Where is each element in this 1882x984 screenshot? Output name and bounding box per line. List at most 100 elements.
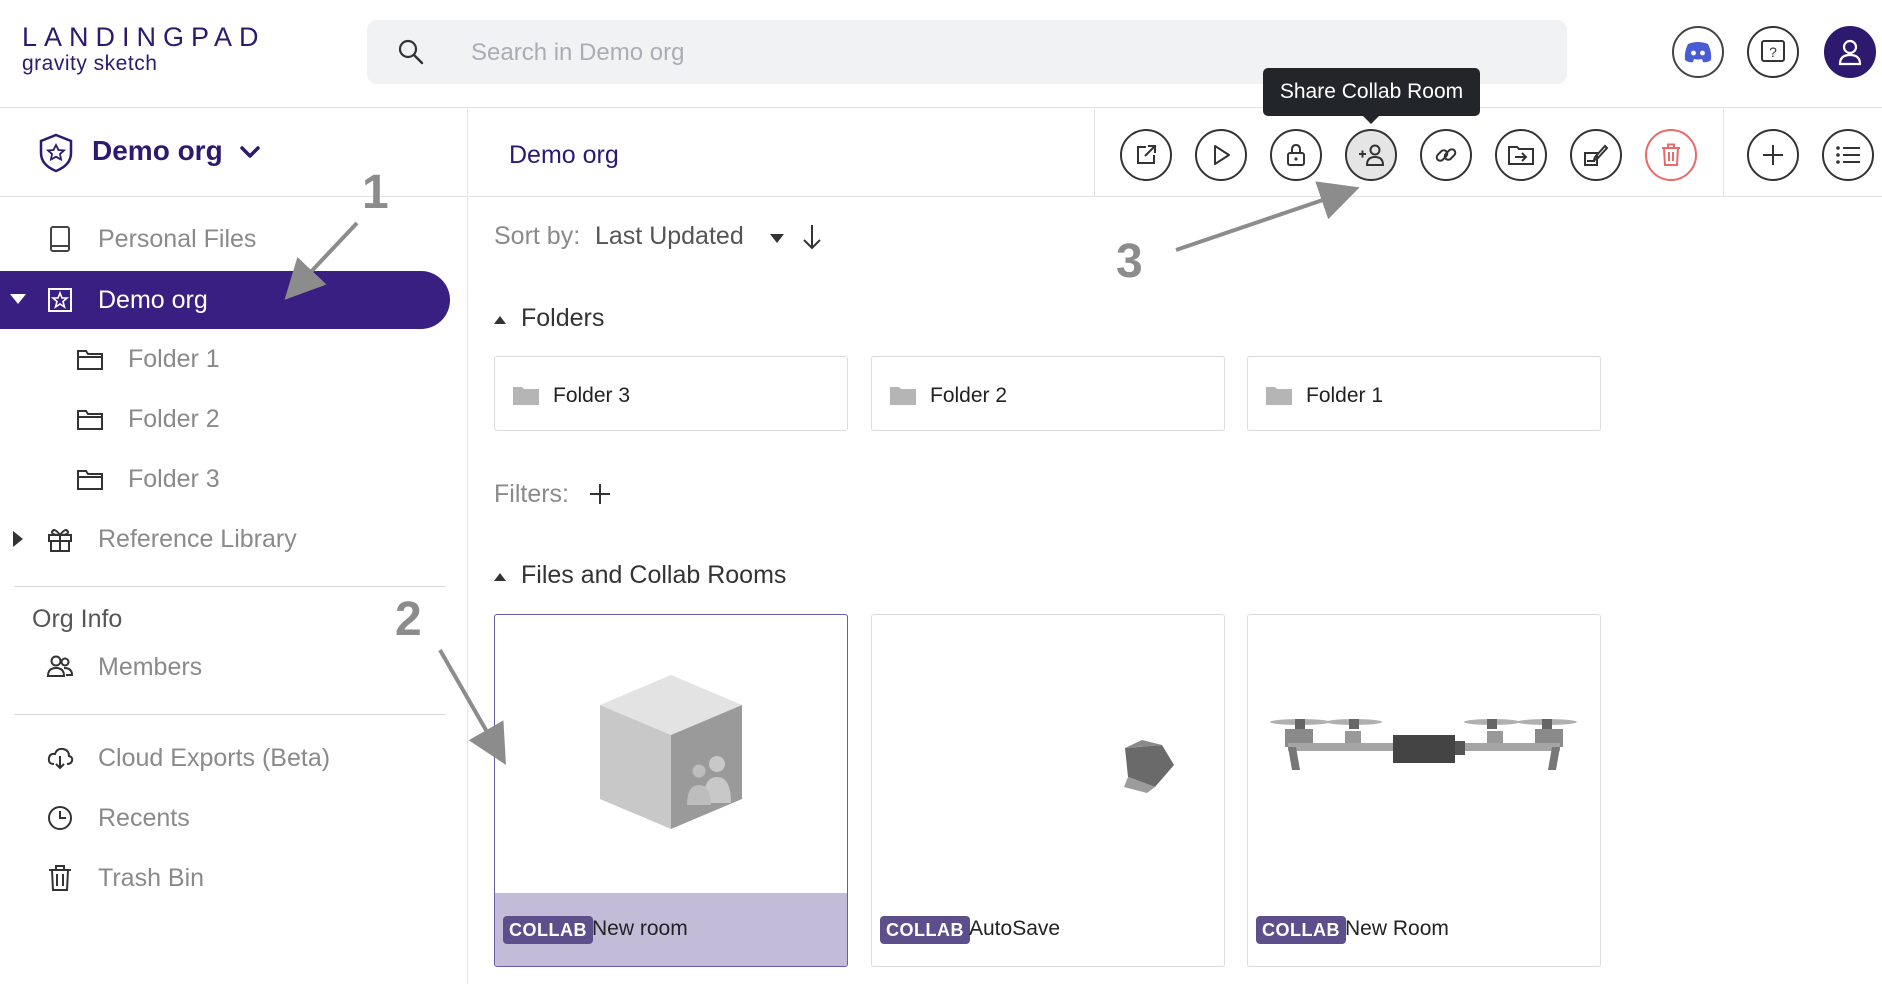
annotation-arrow	[1175, 181, 1360, 252]
sidebar-item-label: Folder 1	[128, 345, 220, 373]
share-collab-room-button[interactable]	[1345, 129, 1397, 181]
collab-badge: COLLAB	[1256, 916, 1346, 944]
trash-icon	[1662, 143, 1680, 166]
file-card-footer: COLLAB AutoSave	[872, 893, 1224, 966]
move-to-folder-button[interactable]	[1495, 129, 1547, 181]
folder-name: Folder 3	[553, 384, 631, 407]
folder-icon	[513, 387, 539, 405]
chevron-down-icon[interactable]	[240, 145, 260, 159]
file-name: New Room	[1345, 917, 1449, 940]
tooltip: Share Collab Room	[1263, 68, 1480, 124]
clock-icon	[48, 806, 72, 830]
sidebar-divider	[14, 586, 446, 587]
search-input[interactable]: Search in Demo org	[471, 39, 684, 67]
gift-icon	[48, 529, 72, 552]
open-external-button[interactable]	[1120, 129, 1172, 181]
user-icon	[1838, 39, 1862, 66]
folder-card[interactable]: Folder 1	[1247, 356, 1601, 431]
folder-icon	[77, 410, 103, 430]
filters-label: Filters:	[494, 480, 569, 508]
open-external-icon	[1137, 145, 1156, 164]
sidebar-item-folder-1[interactable]: Folder 1	[0, 330, 450, 388]
folders-title: Folders	[521, 304, 605, 332]
org-switcher[interactable]: Demo org	[0, 109, 468, 197]
cloud-download-icon	[47, 747, 74, 770]
main-toolbar: Demo org	[469, 109, 1882, 197]
annotation-number: 2	[395, 593, 422, 646]
collapse-icon[interactable]	[494, 316, 506, 324]
user-avatar-button[interactable]	[1824, 26, 1876, 78]
collab-badge: COLLAB	[503, 916, 593, 944]
collab-room-thumbnail	[600, 675, 742, 829]
edit-icon	[1584, 144, 1609, 166]
help-button[interactable]: ?	[1747, 26, 1799, 78]
add-person-icon	[1359, 144, 1385, 166]
add-new-button[interactable]	[1747, 129, 1799, 181]
annotation-number: 1	[362, 166, 389, 219]
breadcrumb[interactable]: Demo org	[509, 141, 619, 170]
annotation-number: 3	[1116, 235, 1143, 288]
sidebar-item-label: Demo org	[98, 286, 208, 314]
list-view-button[interactable]	[1822, 129, 1874, 181]
folder-icon	[77, 350, 103, 370]
file-card[interactable]: COLLAB AutoSave	[871, 614, 1225, 967]
svg-text:?: ?	[1769, 44, 1777, 60]
file-card[interactable]: COLLAB New Room	[1247, 614, 1601, 967]
sort-label: Sort by:	[494, 222, 581, 250]
lock-button[interactable]	[1270, 129, 1322, 181]
logo-wordmark[interactable]: LANDINGPAD	[22, 22, 266, 53]
folder-card[interactable]: Folder 3	[494, 356, 848, 431]
sidebar-item-folder-3[interactable]: Folder 3	[0, 450, 450, 508]
play-button[interactable]	[1195, 129, 1247, 181]
sidebar-item-recents[interactable]: Recents	[0, 789, 450, 847]
discord-icon	[1684, 42, 1712, 63]
sidebar-item-label: Personal Files	[98, 225, 257, 253]
app-header: LANDINGPAD gravity sketch Search in Demo…	[0, 0, 1882, 108]
files-title: Files and Collab Rooms	[521, 561, 787, 589]
folder-name: Folder 1	[1306, 384, 1384, 407]
copy-link-button[interactable]	[1420, 129, 1472, 181]
drone-thumbnail	[1270, 719, 1577, 770]
sidebar: Demo org Personal Files Demo org Folder …	[0, 109, 468, 984]
sort-select[interactable]: Last Updated	[595, 222, 744, 251]
move-folder-icon	[1508, 146, 1534, 165]
collapse-icon[interactable]	[494, 573, 506, 581]
file-card[interactable]: COLLAB New room	[494, 614, 848, 967]
folder-name: Folder 2	[930, 384, 1008, 407]
delete-button[interactable]	[1645, 129, 1697, 181]
file-name: AutoSave	[969, 917, 1061, 940]
sidebar-item-demo-org[interactable]: Demo org	[0, 271, 450, 329]
sidebar-item-label: Folder 3	[128, 465, 220, 493]
sidebar-item-label: Folder 2	[128, 405, 220, 433]
folder-card[interactable]: Folder 2	[871, 356, 1225, 431]
sidebar-item-label: Recents	[98, 804, 190, 832]
caret-right-icon[interactable]	[12, 531, 24, 547]
logo-subtitle: gravity sketch	[22, 52, 158, 75]
caret-down-icon[interactable]	[770, 234, 784, 243]
toolbar-divider	[1094, 109, 1095, 197]
sidebar-item-label: Members	[98, 653, 203, 681]
sidebar-item-folder-2[interactable]: Folder 2	[0, 390, 450, 448]
sidebar-item-members[interactable]: Members	[0, 638, 450, 696]
members-icon	[46, 655, 74, 677]
add-filter-icon[interactable]	[588, 482, 612, 506]
collab-badge: COLLAB	[880, 916, 970, 944]
caret-down-icon[interactable]	[10, 293, 26, 305]
folder-icon	[1266, 387, 1292, 405]
file-card-footer: COLLAB New Room	[1248, 893, 1600, 966]
search-icon	[398, 39, 424, 65]
folder-icon	[77, 470, 103, 490]
sidebar-item-reference-library[interactable]: Reference Library	[0, 510, 450, 568]
discord-button[interactable]	[1672, 26, 1724, 78]
sidebar-divider	[14, 714, 446, 715]
sidebar-item-cloud-exports[interactable]: Cloud Exports (Beta)	[0, 729, 450, 787]
sidebar-item-label: Reference Library	[98, 525, 297, 553]
sidebar-item-trash-bin[interactable]: Trash Bin	[0, 849, 450, 907]
rename-button[interactable]	[1570, 129, 1622, 181]
sort-direction-icon[interactable]	[802, 224, 822, 250]
org-info-title: Org Info	[32, 605, 123, 633]
link-icon	[1435, 148, 1457, 162]
org-name: Demo org	[92, 135, 223, 166]
plus-icon	[1763, 145, 1783, 165]
filters-row: Filters:	[494, 480, 610, 509]
